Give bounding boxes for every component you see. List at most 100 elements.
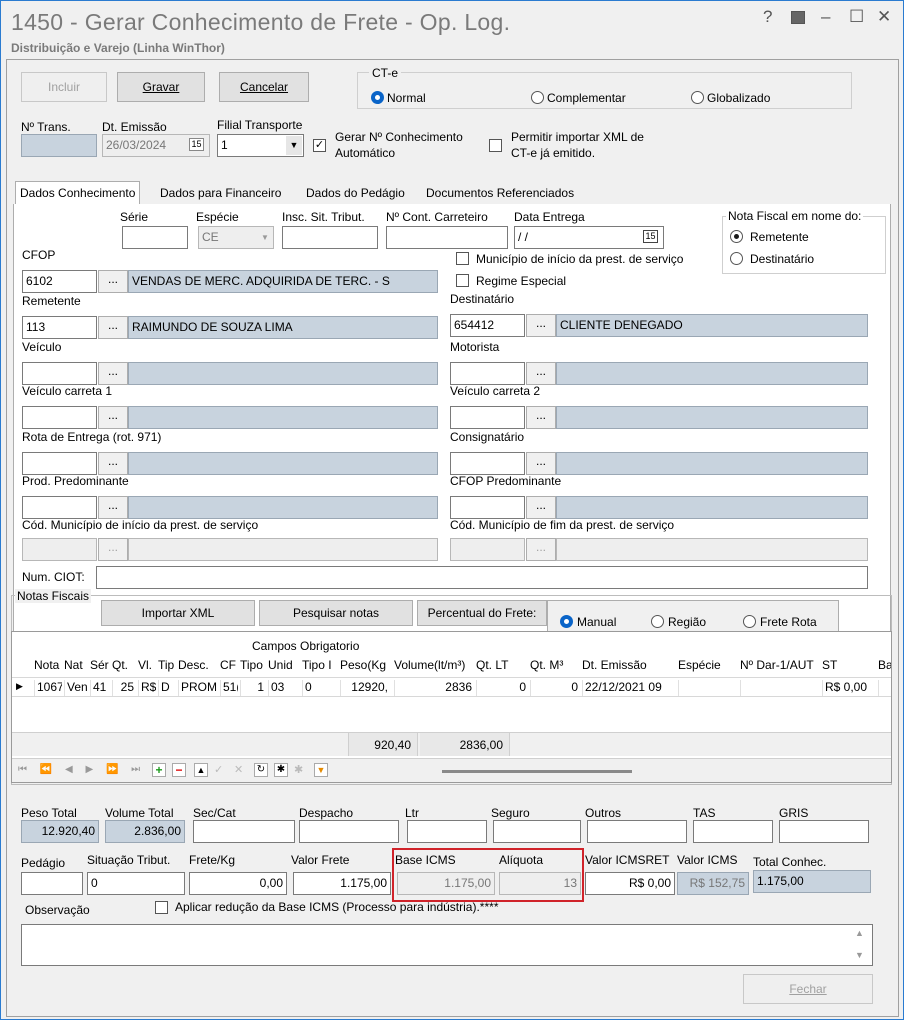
regime-especial-checkbox[interactable]	[456, 274, 469, 287]
consignatario-search-button[interactable]: ...	[526, 452, 556, 475]
cfop-pred-search-button[interactable]: ...	[526, 496, 556, 519]
rota-search-button[interactable]: ...	[98, 452, 128, 475]
chevron-down-icon[interactable]: ▼	[258, 228, 272, 247]
municipio-inicio-checkbox[interactable]	[456, 252, 469, 265]
help-icon[interactable]: ?	[763, 7, 772, 27]
gris-field[interactable]	[779, 820, 869, 843]
frete-rota-radio[interactable]	[743, 615, 756, 628]
maximize-icon[interactable]: ☐	[849, 7, 864, 27]
scroll-down-icon[interactable]: ▼	[855, 950, 864, 960]
ltr-field[interactable]	[407, 820, 487, 843]
veiculo-code-field[interactable]	[22, 362, 97, 385]
gravar-button[interactable]: Gravar	[117, 72, 205, 102]
prod-pred-search-button[interactable]: ...	[98, 496, 128, 519]
filter-icon[interactable]: ▼	[314, 763, 328, 777]
column-header[interactable]: Tipo	[240, 658, 266, 674]
veiculo-search-button[interactable]: ...	[98, 362, 128, 385]
cfop-search-button[interactable]: ...	[98, 270, 128, 293]
rota-code-field[interactable]	[22, 452, 97, 475]
cod-mun-inicio-search-button[interactable]: ...	[98, 538, 128, 561]
data-entrega-field[interactable]: / /	[514, 226, 664, 249]
nav-first-prev-next-last-icons[interactable]: ⏮ ⏪ ◀ ▶ ⏩ ⏭	[18, 764, 145, 775]
ntrans-field[interactable]	[21, 134, 97, 157]
manual-radio[interactable]	[560, 615, 573, 628]
ciot-field[interactable]	[96, 566, 868, 589]
sit-trib-field[interactable]: 0	[87, 872, 185, 895]
column-header[interactable]: Ba	[878, 658, 891, 674]
scroll-up-icon[interactable]: ▲	[855, 928, 864, 938]
incluir-button[interactable]: Incluir	[21, 72, 107, 102]
column-header[interactable]: CF	[220, 658, 238, 674]
column-header[interactable]: ST	[822, 658, 872, 674]
refresh-icon[interactable]: ↻	[254, 763, 268, 777]
column-header[interactable]: Unid	[268, 658, 300, 674]
cancelar-button[interactable]: Cancelar	[219, 72, 309, 102]
carreta1-search-button[interactable]: ...	[98, 406, 128, 429]
tab-documentos-referenciados[interactable]: Documentos Referenciados	[422, 182, 578, 204]
remetente-code-field[interactable]: 113	[22, 316, 97, 339]
gerar-automatico-checkbox[interactable]: ✓	[313, 139, 326, 152]
tab-dados-conhecimento[interactable]: Dados Conhecimento	[15, 181, 141, 205]
column-header[interactable]: Qt.	[112, 658, 136, 674]
tas-field[interactable]	[693, 820, 773, 843]
minimize-icon[interactable]: –	[821, 7, 830, 27]
frete-kg-field[interactable]: 0,00	[189, 872, 287, 895]
table-row[interactable]: 1067Ven4125R$DPROM51(103012920,28360022/…	[12, 677, 891, 697]
post-icon[interactable]: ✓	[214, 763, 223, 776]
column-header[interactable]: Nota	[34, 658, 62, 674]
add-icon[interactable]: +	[152, 763, 166, 777]
edit-icon[interactable]: ▲	[194, 763, 208, 777]
valor-icmsret-field[interactable]: R$ 0,00	[585, 872, 675, 895]
importar-xml-button[interactable]: Importar XML	[101, 600, 255, 626]
aplicar-reducao-checkbox[interactable]	[155, 901, 168, 914]
seccat-field[interactable]	[193, 820, 295, 843]
carreta2-search-button[interactable]: ...	[526, 406, 556, 429]
seguro-field[interactable]	[493, 820, 581, 843]
tab-dados-financeiro[interactable]: Dados para Financeiro	[156, 182, 285, 204]
fechar-button[interactable]: Fechar	[743, 974, 873, 1004]
observacao-textarea[interactable]	[21, 924, 873, 966]
restore-icon[interactable]	[791, 11, 805, 24]
pesquisar-notas-button[interactable]: Pesquisar notas	[259, 600, 413, 626]
cfop-code-field[interactable]: 6102	[22, 270, 97, 293]
column-header[interactable]: Sér	[90, 658, 110, 674]
cancel-icon[interactable]: ✕	[234, 763, 243, 776]
destinatario-search-button[interactable]: ...	[526, 314, 556, 337]
column-header[interactable]: Espécie	[678, 658, 736, 674]
chevron-down-icon[interactable]: ▼	[286, 136, 302, 155]
consignatario-code-field[interactable]	[450, 452, 525, 475]
prod-pred-code-field[interactable]	[22, 496, 97, 519]
column-header[interactable]: Qt. M³	[530, 658, 580, 674]
horizontal-scrollbar[interactable]	[442, 770, 632, 773]
column-header[interactable]: Vl.	[138, 658, 156, 674]
outros-field[interactable]	[587, 820, 687, 843]
cte-normal-radio[interactable]	[371, 91, 384, 104]
column-header[interactable]: Nat	[64, 658, 88, 674]
valor-frete-field[interactable]: 1.175,00	[293, 872, 391, 895]
column-header[interactable]: Nº Dar-1/AUT	[740, 658, 820, 674]
column-header[interactable]: Tip	[158, 658, 176, 674]
cfop-pred-code-field[interactable]	[450, 496, 525, 519]
destinatario-radio[interactable]	[730, 252, 743, 265]
permitir-xml-checkbox[interactable]	[489, 139, 502, 152]
column-header[interactable]: Peso(Kg	[340, 658, 390, 674]
insc-field[interactable]	[282, 226, 378, 249]
column-header[interactable]: Desc.	[178, 658, 218, 674]
cte-globalizado-radio[interactable]	[691, 91, 704, 104]
serie-field[interactable]	[122, 226, 188, 249]
column-header[interactable]: Volume(lt/m³)	[394, 658, 474, 674]
delete-icon[interactable]: −	[172, 763, 186, 777]
despacho-field[interactable]	[299, 820, 399, 843]
remetente-radio[interactable]	[730, 230, 743, 243]
ncont-field[interactable]	[386, 226, 508, 249]
motorista-search-button[interactable]: ...	[526, 362, 556, 385]
carreta2-code-field[interactable]	[450, 406, 525, 429]
pedagio-field[interactable]	[21, 872, 83, 895]
tab-dados-pedagio[interactable]: Dados do Pedágio	[302, 182, 409, 204]
destinatario-code-field[interactable]: 654412	[450, 314, 525, 337]
column-header[interactable]: Qt. LT	[476, 658, 528, 674]
regiao-radio[interactable]	[651, 615, 664, 628]
clear-icon[interactable]: ✱	[294, 763, 303, 776]
cod-mun-fim-search-button[interactable]: ...	[526, 538, 556, 561]
remetente-search-button[interactable]: ...	[98, 316, 128, 339]
